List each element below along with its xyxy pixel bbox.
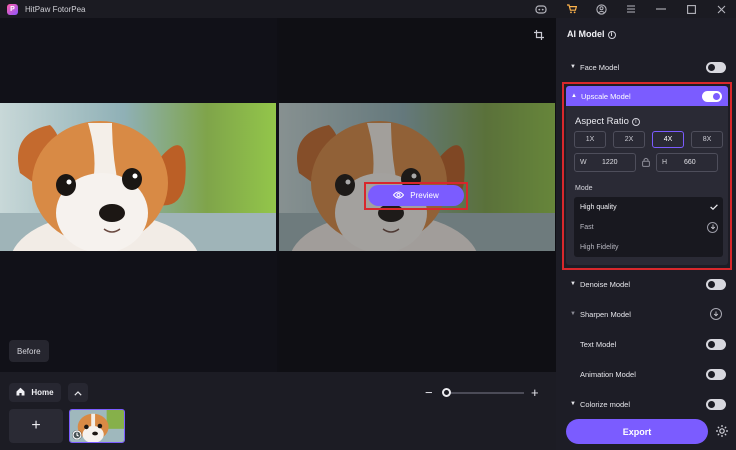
upscale-model-section: ▲ Upscale Model Aspect Ratio i 1X 2X 4X 8… xyxy=(566,86,728,265)
denoise-model-toggle[interactable] xyxy=(706,278,726,290)
mode-label: Mode xyxy=(575,185,593,192)
zoom-slider-track[interactable] xyxy=(445,392,524,394)
model-row-colorize[interactable]: ▼ Colorize model xyxy=(570,395,726,413)
maximize-icon[interactable] xyxy=(676,0,706,18)
model-row-sharpen[interactable]: ▼ Sharpen Model xyxy=(570,305,726,323)
face-model-toggle[interactable] xyxy=(706,61,726,73)
preview-button[interactable]: Preview xyxy=(368,185,464,206)
panel-title-text: AI Model xyxy=(567,29,605,39)
export-button[interactable]: Export xyxy=(566,419,708,444)
before-button[interactable]: Before xyxy=(9,340,49,362)
panel-title: AI Model i xyxy=(567,29,616,39)
app-logo-icon: P xyxy=(7,3,18,15)
ratio-options: 1X 2X 4X 8X xyxy=(574,131,723,148)
checkmark-icon xyxy=(710,203,718,212)
width-label: W xyxy=(580,159,587,166)
collapsed-arrow-icon: ▼ xyxy=(570,401,576,407)
export-label: Export xyxy=(622,426,652,437)
history-icon xyxy=(72,430,82,440)
menu-icon[interactable] xyxy=(616,0,646,18)
mode-option-high-quality[interactable]: High quality xyxy=(574,197,723,217)
mode-list: High quality Fast High Fidelity xyxy=(574,197,723,257)
height-label: H xyxy=(662,159,668,166)
model-label: Animation Model xyxy=(580,369,636,379)
mode-option-fast[interactable]: Fast xyxy=(574,217,723,237)
model-label: Colorize model xyxy=(580,399,631,409)
mode-name: High quality xyxy=(580,203,617,211)
home-button[interactable]: Home xyxy=(9,383,61,402)
eye-icon xyxy=(393,191,405,201)
download-icon[interactable] xyxy=(710,308,722,320)
aspect-ratio-label: Aspect Ratio i xyxy=(575,116,640,127)
collapsed-arrow-icon: ▼ xyxy=(570,311,576,317)
add-image-button[interactable]: + xyxy=(9,409,63,443)
text-model-toggle[interactable] xyxy=(706,338,726,350)
mode-name: Fast xyxy=(580,223,594,231)
original-puppy-image xyxy=(0,103,276,251)
model-row-text[interactable]: Text Model xyxy=(570,335,726,353)
model-label: Face Model xyxy=(580,62,620,72)
model-row-face[interactable]: ▼ Face Model xyxy=(570,58,726,76)
animation-model-toggle[interactable] xyxy=(706,368,726,380)
preview-label: Preview xyxy=(410,191,439,200)
minimize-icon[interactable] xyxy=(646,0,676,18)
title-bar: P HitPaw FotorPea xyxy=(0,0,736,18)
ratio-1x-button[interactable]: 1X xyxy=(574,131,606,148)
settings-gear-icon[interactable] xyxy=(715,424,729,441)
ratio-4x-button[interactable]: 4X xyxy=(652,131,684,148)
width-value: 1220 xyxy=(602,159,618,166)
colorize-model-toggle[interactable] xyxy=(706,398,726,410)
ratio-2x-button[interactable]: 2X xyxy=(613,131,645,148)
upscale-model-toggle[interactable] xyxy=(702,90,722,102)
collapsed-arrow-icon: ▼ xyxy=(570,64,576,70)
close-icon[interactable] xyxy=(706,0,736,18)
collapse-button[interactable] xyxy=(68,383,88,402)
chevron-up-icon xyxy=(74,388,82,398)
zoom-in-button[interactable]: + xyxy=(531,385,539,400)
width-field[interactable]: W 1220 xyxy=(574,153,636,172)
account-icon[interactable] xyxy=(586,0,616,18)
mode-option-high-fidelity[interactable]: High Fidelity xyxy=(574,237,723,257)
dimension-fields: W 1220 H 660 xyxy=(574,153,723,172)
before-label: Before xyxy=(17,346,41,356)
home-icon xyxy=(16,387,25,398)
info-icon[interactable]: i xyxy=(607,31,616,39)
ratio-8x-button[interactable]: 8X xyxy=(691,131,723,148)
discord-icon[interactable] xyxy=(526,0,556,18)
model-row-denoise[interactable]: ▼ Denoise Model xyxy=(570,275,726,293)
app-title: HitPaw FotorPea xyxy=(25,4,86,14)
info-icon[interactable]: i xyxy=(631,118,640,126)
model-label: Denoise Model xyxy=(580,279,631,289)
download-icon[interactable] xyxy=(707,221,718,233)
enhanced-puppy-image xyxy=(279,103,555,251)
model-row-upscale[interactable]: ▲ Upscale Model xyxy=(566,86,728,106)
height-field[interactable]: H 660 xyxy=(656,153,718,172)
crop-icon[interactable] xyxy=(534,30,544,43)
image-thumbnail[interactable] xyxy=(69,409,125,443)
home-label: Home xyxy=(31,388,54,397)
model-label: Text Model xyxy=(580,339,617,349)
expanded-arrow-icon: ▲ xyxy=(571,93,577,99)
mode-name: High Fidelity xyxy=(580,243,619,251)
model-label: Sharpen Model xyxy=(580,309,631,319)
model-row-animation[interactable]: Animation Model xyxy=(570,365,726,383)
lock-icon[interactable] xyxy=(641,157,651,169)
model-label: Upscale Model xyxy=(581,91,631,101)
plus-icon: + xyxy=(31,417,41,434)
zoom-slider-handle[interactable] xyxy=(442,388,451,397)
aspect-ratio-text: Aspect Ratio xyxy=(575,116,629,127)
height-value: 660 xyxy=(684,159,696,166)
collapsed-arrow-icon: ▼ xyxy=(570,281,576,287)
cart-icon[interactable] xyxy=(556,0,586,18)
zoom-out-button[interactable]: − xyxy=(425,385,433,400)
